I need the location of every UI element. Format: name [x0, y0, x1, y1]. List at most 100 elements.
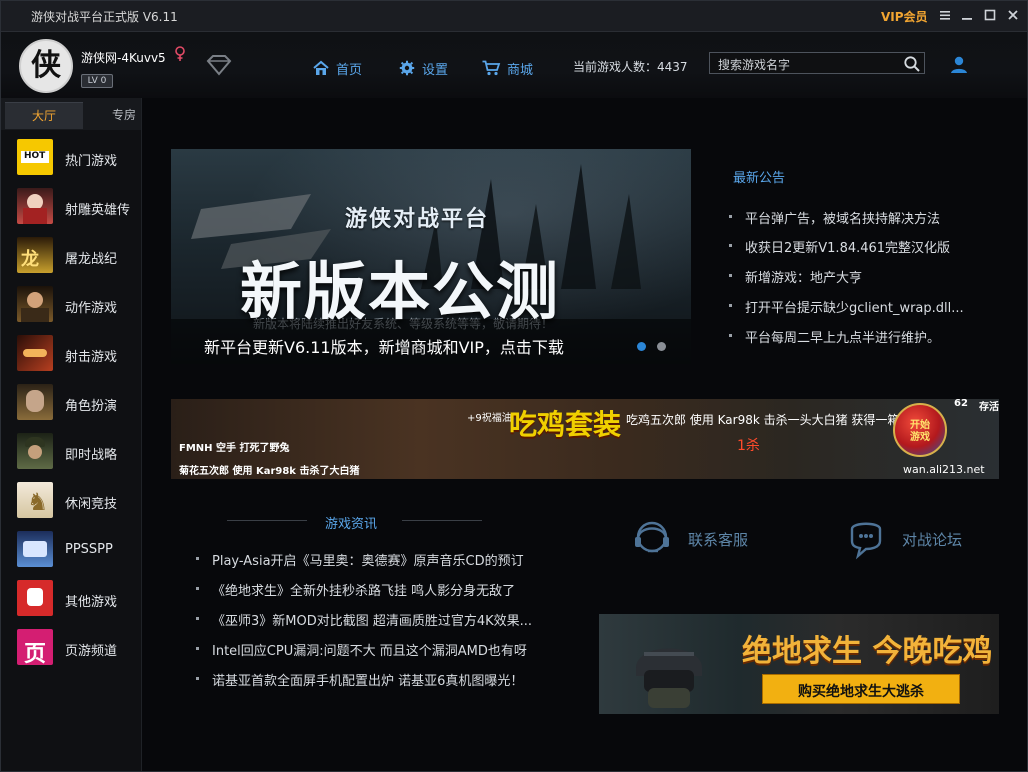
sidebar-item-label: 即时战略 [65, 448, 118, 463]
title-bar: 游侠对战平台正式版 V6.11 VIP会员 [1, 1, 1027, 32]
nav-home-label: 首页 [336, 62, 363, 78]
carousel-dot-active[interactable] [637, 342, 646, 351]
promo-banner[interactable]: 游侠对战平台 新版本公测 新版本将陆续推出好友系统、等级系统等等，敬请期待！ 新… [171, 149, 691, 364]
news-text: Play-Asia开启《马里奥：奥德赛》原声音乐CD的预订 [212, 554, 524, 569]
news-title: 游戏资讯 [325, 517, 378, 532]
chicken-dinner-ad-strip[interactable]: +9祝福油 吃鸡套装 吃鸡五次郎 使用 Kar98k 击杀一头大白猪 获得一箱装… [171, 399, 999, 479]
online-player-count: 当前游戏人数：4437 [573, 60, 688, 74]
avatar[interactable]: 侠 [19, 39, 73, 93]
news-text: 诺基亚首款全面屏手机配置出炉 诺基亚6真机图曝光！ [212, 674, 524, 689]
news-text: 《绝地求生》全新外挂秒杀路飞挂 鸣人影分身无敌了 [212, 584, 516, 599]
nav-settings-label: 设置 [422, 62, 449, 78]
maximize-icon[interactable] [982, 7, 998, 23]
sidebar-item-hot-games[interactable]: HOT 热门游戏 [1, 135, 141, 181]
chess-knight-icon: ♞ [17, 482, 53, 518]
contact-support-label: 联系客服 [688, 530, 749, 549]
nav-home[interactable]: 首页 [312, 58, 362, 78]
username[interactable]: 游侠网-4Kuvv5 [81, 49, 166, 66]
sidebar-item-rts[interactable]: 即时战略 [1, 429, 141, 475]
sidebar-item-label: 角色扮演 [65, 399, 118, 414]
web-game-icon: 页 [17, 629, 53, 665]
announcement-text: 平台弹广告，被域名挟持解决方法 [745, 212, 941, 227]
cart-icon [482, 60, 501, 76]
start-game-button[interactable]: 开始 游戏 [893, 403, 947, 457]
strip-kill-feed-3: 菊花五次郎 使用 Kar98k 击杀了大白猪 [179, 466, 360, 477]
headset-support-icon [635, 521, 669, 553]
sidebar: 大厅 专房 HOT 热门游戏 射雕英雄传 龙 屠龙战纪 动作游戏 射击游戏 角色… [1, 98, 142, 771]
strip-kill-feed-1: 吃鸡五次郎 使用 Kar98k 击杀一头大白猪 获得一箱装备 [626, 413, 924, 427]
banner-caption[interactable]: 新平台更新V6.11版本，新增商城和VIP，点击下载 [204, 334, 564, 358]
user-profile-icon[interactable] [948, 54, 970, 76]
battle-forum-button[interactable]: 对战论坛 [842, 515, 962, 563]
announcements-title: 最新公告 [733, 171, 786, 186]
carousel-dot[interactable] [657, 342, 666, 351]
search-icon[interactable] [903, 55, 921, 73]
sidebar-item-other[interactable]: 其他游戏 [1, 576, 141, 622]
sidebar-item-label: 其他游戏 [65, 595, 118, 610]
vip-member-link[interactable]: VIP会员 [881, 8, 928, 25]
sidebar-item-action[interactable]: 动作游戏 [1, 282, 141, 328]
roleplay-face-icon [17, 384, 53, 420]
search-input[interactable] [716, 55, 900, 75]
strip-title: 吃鸡套装 [509, 408, 622, 441]
sidebar-item-shooter[interactable]: 射击游戏 [1, 331, 141, 377]
bullet-icon [17, 335, 53, 371]
search-box[interactable] [709, 52, 925, 75]
female-gender-icon [175, 46, 185, 61]
strip-kill-feed-2: FMNH 空手 打死了野兔 [179, 443, 290, 454]
soldier-icon [17, 433, 53, 469]
main-content: 游侠对战平台 新版本公测 新版本将陆续推出好友系统、等级系统等等，敬请期待！ 新… [142, 98, 1027, 771]
pubg-buy-button[interactable]: 购买绝地求生大逃杀 [762, 674, 960, 704]
pubg-buy-label: 购买绝地求生大逃杀 [798, 684, 924, 700]
ppsspp-icon [17, 531, 53, 567]
sidebar-item-casual[interactable]: ♞ 休闲竞技 [1, 478, 141, 524]
window-title: 游侠对战平台正式版 V6.11 [31, 10, 178, 24]
sidebar-item-label: 屠龙战纪 [65, 252, 118, 267]
strip-level: 62 [954, 399, 968, 409]
gear-icon [399, 60, 415, 76]
news-text: 《巫师3》新MOD对比截图 超清画质胜过官方4K效果... [212, 614, 533, 629]
start-game-label: 开始 游戏 [910, 420, 930, 443]
sidebar-item-web-games[interactable]: 页 页游频道 [1, 625, 141, 671]
contact-support-button[interactable]: 联系客服 [628, 515, 748, 563]
pubg-ad-banner[interactable]: 绝地求生 今晚吃鸡 购买绝地求生大逃杀 [599, 614, 999, 714]
sidebar-item-label: 休闲竞技 [65, 497, 118, 512]
sidebar-item-tulong[interactable]: 龙 屠龙战纪 [1, 233, 141, 279]
strip-kill-count: 1杀 [737, 438, 760, 454]
sidebar-item-label: 动作游戏 [65, 301, 118, 316]
sidebar-item-label: 页游频道 [65, 644, 118, 659]
header: 侠 游侠网-4Kuvv5 LV 0 首页 设置 商城 当前游戏人数：4437 搜… [1, 32, 1027, 98]
news-text: Intel回应CPU漏洞:问题不大 而且这个漏洞AMD也有呀 [212, 644, 527, 659]
announcement-text: 平台每周二早上九点半进行维护。 [745, 331, 941, 346]
nav-shop[interactable]: 商城 [481, 58, 533, 78]
strip-buff-text: +9祝福油 [467, 413, 512, 424]
nav-shop-label: 商城 [507, 62, 534, 78]
announcement-text: 打开平台提示缺少gclient_wrap.dll... [745, 301, 964, 316]
home-icon [313, 60, 329, 75]
battle-forum-label: 对战论坛 [902, 530, 963, 549]
news-title-divider-left [227, 520, 307, 521]
banner-subtitle: 游侠对战平台 [345, 207, 490, 232]
fist-icon [17, 580, 53, 616]
strip-site-url: wan.ali213.net [903, 463, 985, 476]
avatar-glyph: 侠 [31, 48, 61, 83]
dragon-title-icon: 龙 [17, 237, 53, 273]
app-window: 游侠对战平台正式版 V6.11 VIP会员 侠 游侠网-4Kuvv5 LV 0 [0, 0, 1028, 772]
hot-games-icon: HOT [17, 139, 53, 175]
sidebar-item-label: 热门游戏 [65, 154, 118, 169]
sidebar-item-ppsspp[interactable]: PPSSPP [1, 527, 141, 573]
sidebar-tabs: 大厅 专房 [1, 98, 141, 130]
nav-settings[interactable]: 设置 [398, 58, 448, 78]
level-badge: LV 0 [81, 74, 113, 88]
announcement-text: 新增游戏：地产大亨 [745, 271, 863, 286]
minimize-icon[interactable] [959, 7, 975, 23]
sidebar-item-rpg[interactable]: 角色扮演 [1, 380, 141, 426]
sidebar-item-shediao[interactable]: 射雕英雄传 [1, 184, 141, 230]
tab-lobby[interactable]: 大厅 [5, 102, 83, 129]
pubg-ad-title: 绝地求生 今晚吃鸡 [742, 634, 993, 669]
menu-icon[interactable] [937, 7, 953, 23]
sidebar-item-label: PPSSPP [65, 542, 113, 557]
chat-bubble-icon [850, 522, 882, 560]
close-icon[interactable] [1005, 7, 1021, 23]
diamond-vip-icon[interactable] [204, 54, 234, 76]
